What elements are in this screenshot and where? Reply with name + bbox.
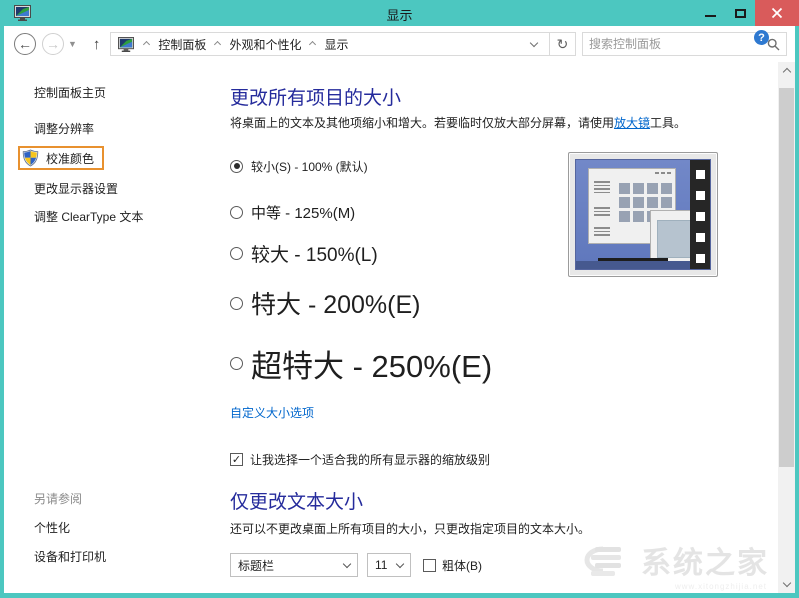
chevron-down-icon: [395, 559, 405, 568]
search-input[interactable]: [589, 37, 767, 51]
back-button[interactable]: ←: [14, 33, 36, 55]
help-icon[interactable]: ?: [754, 30, 769, 45]
sidebar-item-label: 更改显示器设置: [34, 181, 119, 196]
preview-text-lines: [594, 181, 610, 193]
section-description: 将桌面上的文本及其他项缩小和增大。若要临时仅放大部分屏幕，请使用放大镜工具。: [230, 114, 775, 132]
sidebar-item-control-panel-home[interactable]: 控制面板主页: [34, 82, 230, 102]
close-button[interactable]: [755, 0, 799, 26]
sidebar-item-label: 调整分辨率: [34, 121, 95, 136]
breadcrumb-monitor-icon: [118, 36, 135, 52]
item-select-value: 标题栏: [238, 558, 275, 573]
close-icon: [771, 7, 783, 19]
sidebar-item-change-display-settings[interactable]: 更改显示器设置: [34, 178, 230, 198]
see-also-personalization[interactable]: 个性化: [34, 519, 106, 536]
description-text: 工具。: [650, 116, 687, 130]
maximize-icon: [734, 8, 746, 18]
search-icon[interactable]: [767, 38, 780, 51]
forward-button[interactable]: →: [42, 33, 64, 55]
refresh-button[interactable]: ↻: [550, 32, 576, 56]
radio-label: 超特大 - 250%(E): [251, 348, 493, 384]
sidebar-item-label: 校准颜色: [46, 151, 95, 166]
uac-shield-icon: [22, 149, 39, 167]
address-dropdown-icon[interactable]: [529, 38, 539, 47]
preview-taskbar: [576, 261, 690, 269]
maximize-button[interactable]: [725, 0, 755, 26]
display-settings-window: 显示 ← → ▼ ↑ 控制面板 外观和个性化 显示 ↻ 搜索控制面板 控制面板主…: [0, 0, 799, 598]
checkbox-checked-icon[interactable]: ✓: [230, 453, 243, 466]
breadcrumb-separator-icon: [214, 40, 222, 48]
window-content-frame: ← → ▼ ↑ 控制面板 外观和个性化 显示 ↻ 搜索控制面板 控制面板主页 调…: [4, 26, 795, 593]
radio-icon[interactable]: [230, 246, 243, 260]
radio-icon[interactable]: [230, 205, 243, 219]
chevron-down-icon: [342, 559, 352, 568]
radio-icon[interactable]: [230, 356, 243, 370]
sidebar: 控制面板主页 调整分辨率 校准颜色 更改显示器设置 调整 ClearType 文…: [4, 62, 230, 593]
font-size-value: 11: [375, 558, 388, 572]
breadcrumb-separator-icon: [309, 40, 317, 48]
window-title: 显示: [386, 8, 413, 23]
see-also-section: 另请参阅 个性化 设备和打印机: [34, 490, 106, 577]
radio-option-superlarge-250[interactable]: 超特大 - 250%(E): [230, 342, 775, 384]
sidebar-item-label: 调整 ClearType 文本: [34, 209, 144, 224]
breadcrumb-display[interactable]: 显示: [322, 36, 350, 53]
font-size-select[interactable]: 11: [367, 553, 411, 577]
radio-selected-icon[interactable]: [230, 159, 243, 173]
radio-icon[interactable]: [230, 296, 243, 310]
text-size-controls: 标题栏 11 粗体(B): [230, 553, 775, 577]
see-also-devices-printers[interactable]: 设备和打印机: [34, 548, 106, 565]
text-size-description: 还可以不更改桌面上所有项目的大小，只更改指定项目的文本大小。: [230, 522, 591, 536]
preview-screen: [575, 159, 711, 270]
bold-checkbox[interactable]: [423, 558, 436, 572]
preview-text-lines: [594, 227, 610, 236]
see-also-header: 另请参阅: [34, 492, 83, 506]
sidebar-item-adjust-cleartype[interactable]: 调整 ClearType 文本: [34, 206, 230, 226]
custom-size-options-link[interactable]: 自定义大小选项: [230, 404, 314, 421]
sidebar-item-label: 控制面板主页: [34, 85, 107, 100]
scroll-up-button[interactable]: [778, 62, 795, 79]
item-select[interactable]: 标题栏: [230, 553, 358, 577]
titlebar: 显示: [0, 0, 799, 26]
breadcrumb-separator-icon: [143, 40, 151, 48]
scroll-down-button[interactable]: [778, 576, 795, 593]
chevron-down-icon: [782, 578, 791, 588]
radio-label: 较小(S) - 100% (默认): [251, 159, 368, 174]
description-text: 将桌面上的文本及其他项缩小和增大。若要临时仅放大部分屏幕，请使用: [230, 116, 615, 130]
checkbox-label: 让我选择一个适合我的所有显示器的缩放级别: [250, 453, 491, 467]
radio-label: 较大 - 150%(L): [251, 244, 378, 266]
display-preview-image: [568, 152, 718, 277]
sidebar-item-adjust-resolution[interactable]: 调整分辨率: [34, 118, 230, 138]
navigation-bar: ← → ▼ ↑ 控制面板 外观和个性化 显示 ↻ 搜索控制面板: [4, 26, 795, 62]
radio-label: 特大 - 200%(E): [251, 291, 421, 319]
vertical-scrollbar[interactable]: [778, 62, 795, 593]
breadcrumb-control-panel[interactable]: 控制面板: [156, 36, 208, 53]
minimize-button[interactable]: [695, 0, 725, 26]
preview-title-dashes: [655, 172, 671, 174]
main-content: 更改所有项目的大小 将桌面上的文本及其他项缩小和增大。若要临时仅放大部分屏幕，请…: [230, 62, 775, 593]
minimize-icon: [704, 15, 716, 17]
breadcrumb-appearance[interactable]: 外观和个性化: [227, 36, 303, 53]
sidebar-item-calibrate-color[interactable]: 校准颜色: [18, 146, 105, 170]
bold-checkbox-label: 粗体(B): [442, 558, 482, 573]
scrollbar-thumb[interactable]: [779, 88, 794, 467]
address-bar[interactable]: 控制面板 外观和个性化 显示: [110, 32, 550, 56]
section-title-text-size: 仅更改文本大小: [230, 492, 364, 513]
preview-text-lines: [594, 207, 610, 216]
preview-charms-bar: [690, 160, 710, 269]
magnifier-link[interactable]: 放大镜: [614, 116, 650, 130]
up-button[interactable]: ↑: [93, 36, 101, 53]
chevron-up-icon: [782, 67, 791, 77]
radio-label: 中等 - 125%(M): [251, 204, 356, 222]
radio-option-extralarge-200[interactable]: 特大 - 200%(E): [230, 286, 775, 320]
section-title-change-size: 更改所有项目的大小: [230, 88, 402, 109]
history-dropdown-icon[interactable]: ▼: [68, 39, 77, 49]
scale-all-displays-row[interactable]: ✓ 让我选择一个适合我的所有显示器的缩放级别: [230, 451, 775, 468]
